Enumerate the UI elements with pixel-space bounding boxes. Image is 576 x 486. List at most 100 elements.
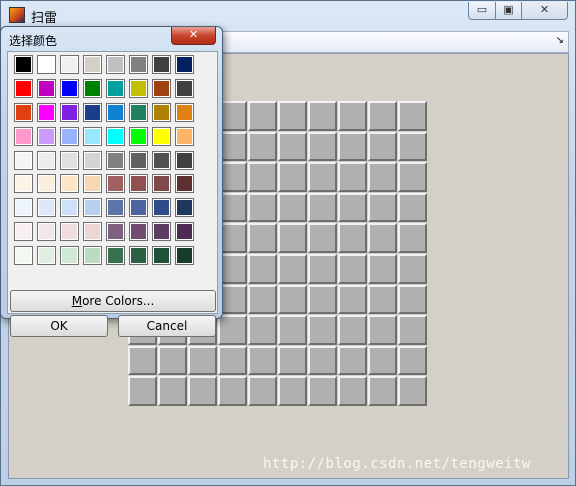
color-swatch[interactable]: [152, 150, 171, 170]
mine-cell[interactable]: [338, 315, 367, 345]
mine-cell[interactable]: [398, 253, 427, 284]
color-swatch[interactable]: [14, 246, 33, 266]
color-swatch[interactable]: [129, 198, 148, 218]
color-swatch[interactable]: [14, 174, 33, 194]
color-swatch[interactable]: [37, 222, 56, 242]
mine-cell[interactable]: [398, 315, 427, 345]
mine-cell[interactable]: [278, 223, 307, 253]
mine-cell[interactable]: [338, 223, 367, 253]
color-swatch[interactable]: [106, 78, 125, 98]
color-swatch[interactable]: [83, 174, 102, 194]
color-swatch[interactable]: [37, 78, 56, 98]
mine-cell[interactable]: [398, 345, 427, 376]
color-swatch[interactable]: [175, 55, 194, 74]
color-swatch[interactable]: [60, 78, 79, 98]
color-swatch[interactable]: [152, 102, 171, 122]
color-swatch[interactable]: [106, 174, 125, 194]
color-swatch[interactable]: [129, 174, 148, 194]
mine-cell[interactable]: [338, 376, 367, 406]
color-swatch[interactable]: [60, 55, 79, 74]
color-swatch[interactable]: [83, 246, 102, 266]
color-swatch[interactable]: [14, 55, 33, 74]
mine-cell[interactable]: [278, 253, 307, 284]
color-swatch[interactable]: [37, 102, 56, 122]
mine-cell[interactable]: [248, 315, 277, 345]
mine-cell[interactable]: [308, 345, 337, 376]
mine-cell[interactable]: [368, 101, 397, 131]
mine-cell[interactable]: [338, 192, 367, 223]
color-swatch[interactable]: [175, 198, 194, 218]
color-swatch[interactable]: [37, 246, 56, 266]
color-swatch[interactable]: [129, 150, 148, 170]
color-swatch[interactable]: [37, 55, 56, 74]
color-swatch[interactable]: [60, 102, 79, 122]
color-swatch[interactable]: [60, 246, 79, 266]
color-swatch[interactable]: [152, 246, 171, 266]
mine-cell[interactable]: [218, 345, 247, 376]
cancel-button[interactable]: Cancel: [118, 315, 216, 337]
mine-cell[interactable]: [278, 192, 307, 223]
mine-cell[interactable]: [398, 131, 427, 162]
color-swatch[interactable]: [37, 126, 56, 146]
mine-cell[interactable]: [308, 223, 337, 253]
minimize-button[interactable]: ▭: [468, 2, 496, 20]
mine-cell[interactable]: [308, 253, 337, 284]
color-swatch[interactable]: [106, 55, 125, 74]
color-swatch[interactable]: [14, 126, 33, 146]
color-swatch[interactable]: [106, 246, 125, 266]
mine-cell[interactable]: [398, 192, 427, 223]
mine-cell[interactable]: [218, 315, 247, 345]
mine-cell[interactable]: [368, 131, 397, 162]
mine-cell[interactable]: [338, 253, 367, 284]
color-swatch[interactable]: [106, 222, 125, 242]
mine-cell[interactable]: [158, 345, 187, 376]
more-colors-button[interactable]: More Colors...: [10, 290, 216, 312]
color-swatch[interactable]: [106, 198, 125, 218]
color-swatch[interactable]: [152, 198, 171, 218]
mine-cell[interactable]: [368, 162, 397, 192]
mine-cell[interactable]: [248, 192, 277, 223]
color-swatch[interactable]: [152, 55, 171, 74]
color-swatch[interactable]: [152, 174, 171, 194]
color-swatch[interactable]: [14, 102, 33, 122]
mine-cell[interactable]: [308, 192, 337, 223]
mine-cell[interactable]: [278, 284, 307, 315]
main-title-bar[interactable]: 扫雷 ▭ ▣ ✕: [1, 1, 575, 28]
mine-cell[interactable]: [338, 131, 367, 162]
color-swatch[interactable]: [175, 246, 194, 266]
mine-cell[interactable]: [158, 376, 187, 406]
color-swatch[interactable]: [129, 55, 148, 74]
color-swatch[interactable]: [106, 150, 125, 170]
color-swatch[interactable]: [60, 198, 79, 218]
mine-cell[interactable]: [248, 284, 277, 315]
dialog-close-button[interactable]: ✕: [171, 27, 216, 45]
color-swatch[interactable]: [83, 150, 102, 170]
color-swatch[interactable]: [152, 126, 171, 146]
color-swatch[interactable]: [14, 78, 33, 98]
mine-cell[interactable]: [248, 223, 277, 253]
mine-cell[interactable]: [338, 162, 367, 192]
mine-cell[interactable]: [308, 101, 337, 131]
mine-cell[interactable]: [398, 101, 427, 131]
color-swatch[interactable]: [175, 78, 194, 98]
color-swatch[interactable]: [129, 126, 148, 146]
color-swatch[interactable]: [14, 198, 33, 218]
mine-cell[interactable]: [218, 376, 247, 406]
dock-arrow-icon[interactable]: ↘: [556, 35, 564, 46]
ok-button[interactable]: OK: [10, 315, 108, 337]
color-swatch[interactable]: [175, 174, 194, 194]
mine-cell[interactable]: [188, 345, 217, 376]
mine-cell[interactable]: [308, 284, 337, 315]
color-swatch[interactable]: [83, 55, 102, 74]
color-swatch[interactable]: [37, 198, 56, 218]
mine-cell[interactable]: [368, 284, 397, 315]
mine-cell[interactable]: [308, 376, 337, 406]
color-swatch[interactable]: [175, 222, 194, 242]
color-swatch[interactable]: [175, 102, 194, 122]
mine-cell[interactable]: [248, 131, 277, 162]
mine-cell[interactable]: [308, 315, 337, 345]
color-swatch[interactable]: [83, 102, 102, 122]
color-swatch[interactable]: [106, 126, 125, 146]
mine-cell[interactable]: [338, 345, 367, 376]
color-swatch[interactable]: [129, 102, 148, 122]
